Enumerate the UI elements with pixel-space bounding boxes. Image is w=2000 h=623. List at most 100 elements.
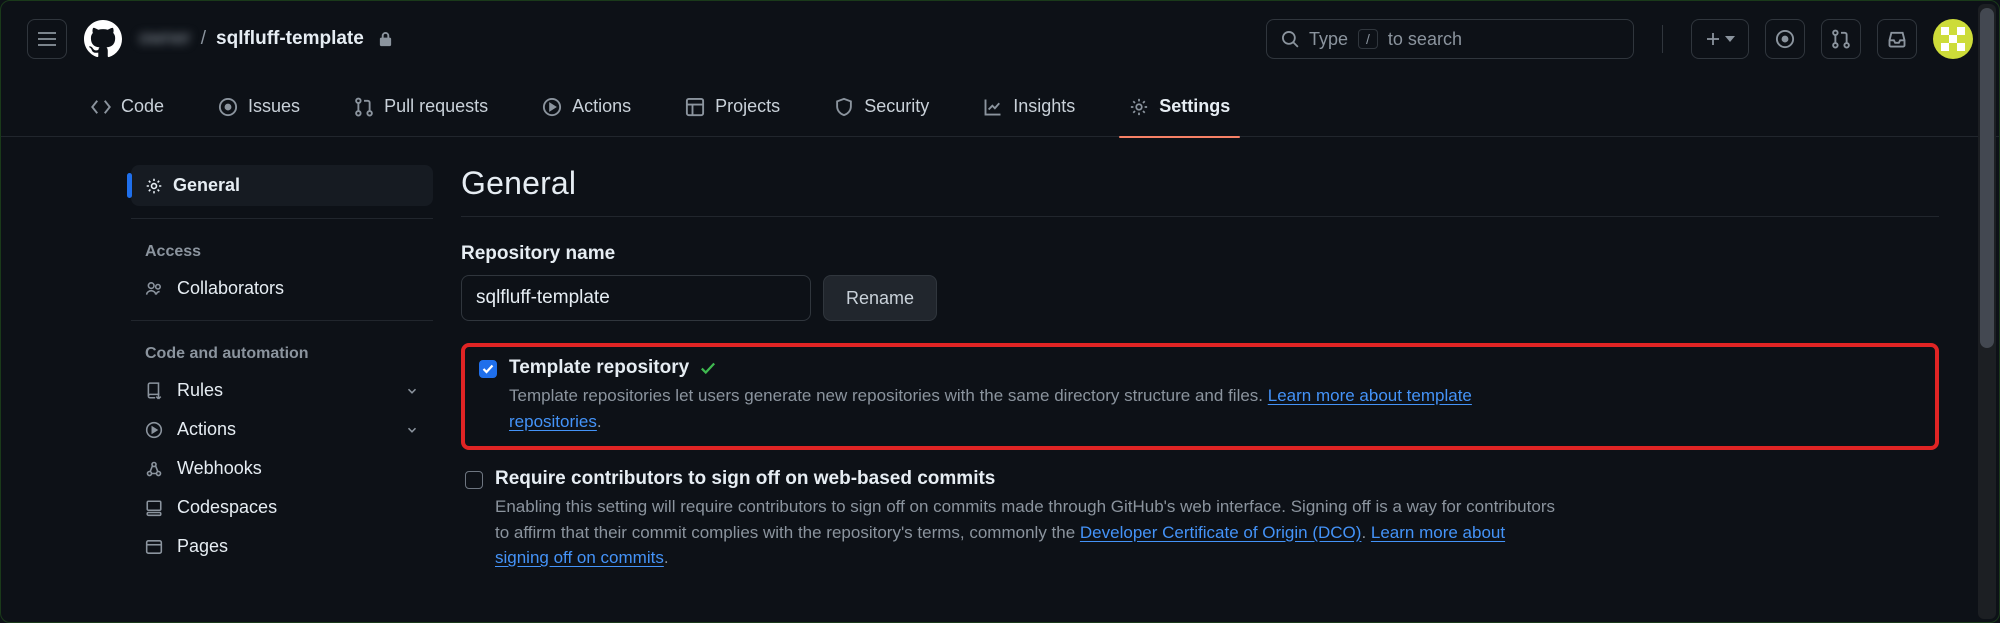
codespaces-icon — [145, 499, 165, 517]
sidebar-heading-automation: Code and automation — [131, 335, 433, 371]
github-logo[interactable] — [83, 19, 123, 59]
repo-push-icon — [145, 382, 165, 400]
breadcrumb-separator: / — [201, 28, 206, 50]
sidebar-item-pages[interactable]: Pages — [131, 527, 433, 566]
create-new-button[interactable] — [1691, 19, 1749, 59]
tab-pull-requests[interactable]: Pull requests — [342, 86, 500, 127]
period: . — [1361, 523, 1370, 542]
require-signoff-label-text: Require contributors to sign off on web-… — [495, 468, 995, 490]
rename-button[interactable]: Rename — [823, 275, 937, 321]
search-placeholder-suffix: to search — [1388, 29, 1462, 50]
people-icon — [145, 280, 165, 298]
scrollbar-thumb[interactable] — [1980, 8, 1994, 348]
sidebar-item-label: General — [173, 175, 240, 196]
menu-icon — [38, 32, 56, 46]
inbox-icon — [1887, 29, 1907, 49]
tab-label: Security — [864, 96, 929, 117]
period: . — [664, 548, 669, 567]
repo-name-input[interactable] — [461, 275, 811, 321]
github-icon — [84, 20, 122, 58]
check-icon — [699, 359, 717, 377]
search-icon — [1281, 30, 1299, 48]
play-icon — [145, 421, 165, 439]
settings-sidebar: General Access Collaborators Code and au… — [1, 165, 433, 571]
sidebar-item-label: Codespaces — [177, 497, 277, 518]
tab-issues[interactable]: Issues — [206, 86, 312, 127]
sidebar-item-label: Pages — [177, 536, 228, 557]
tab-label: Insights — [1013, 96, 1075, 117]
tab-label: Code — [121, 96, 164, 117]
template-description-text: Template repositories let users generate… — [509, 386, 1268, 405]
avatar-icon — [1933, 19, 1973, 59]
issue-icon — [218, 97, 238, 117]
repo-nav: Code Issues Pull requests Actions Projec… — [1, 77, 1999, 137]
template-repository-highlight: Template repository Template repositorie… — [461, 343, 1939, 450]
hamburger-button[interactable] — [27, 19, 67, 59]
check-icon — [482, 364, 494, 374]
tab-security[interactable]: Security — [822, 86, 941, 127]
sidebar-item-actions[interactable]: Actions — [131, 410, 433, 449]
sidebar-item-rules[interactable]: Rules — [131, 371, 433, 410]
play-icon — [542, 97, 562, 117]
main: General Access Collaborators Code and au… — [1, 137, 1999, 571]
browser-icon — [145, 538, 165, 556]
chevron-down-icon — [405, 384, 419, 398]
divider — [1662, 25, 1663, 53]
tab-label: Issues — [248, 96, 300, 117]
git-pull-request-icon — [354, 97, 374, 117]
template-repository-description: Template repositories let users generate… — [509, 383, 1569, 434]
tab-projects[interactable]: Projects — [673, 86, 792, 127]
breadcrumb-repo[interactable]: sqlfluff-template — [216, 28, 364, 50]
tab-code[interactable]: Code — [79, 86, 176, 127]
git-pull-request-icon — [1831, 29, 1851, 49]
app-header: owner / sqlfluff-template Type / to sear… — [1, 1, 1999, 77]
tab-label: Actions — [572, 96, 631, 117]
pull-requests-button[interactable] — [1821, 19, 1861, 59]
sidebar-item-codespaces[interactable]: Codespaces — [131, 488, 433, 527]
tab-label: Projects — [715, 96, 780, 117]
sidebar-item-webhooks[interactable]: Webhooks — [131, 449, 433, 488]
issues-button[interactable] — [1765, 19, 1805, 59]
scrollbar[interactable] — [1978, 4, 1996, 619]
require-signoff-description: Enabling this setting will require contr… — [495, 494, 1555, 571]
record-icon — [1775, 29, 1795, 49]
period: . — [597, 412, 602, 431]
sidebar-item-label: Rules — [177, 380, 223, 401]
sidebar-item-label: Actions — [177, 419, 236, 440]
require-signoff-checkbox[interactable] — [465, 471, 483, 489]
table-icon — [685, 97, 705, 117]
caret-down-icon — [1725, 36, 1735, 42]
search-slash-key: / — [1358, 29, 1378, 49]
tab-actions[interactable]: Actions — [530, 86, 643, 127]
sidebar-item-general[interactable]: General — [131, 165, 433, 206]
gear-icon — [1129, 97, 1149, 117]
search-input[interactable]: Type / to search — [1266, 19, 1634, 59]
sidebar-item-collaborators[interactable]: Collaborators — [131, 269, 433, 308]
code-icon — [91, 97, 111, 117]
tab-label: Settings — [1159, 96, 1230, 117]
gear-icon — [145, 177, 163, 195]
chevron-down-icon — [405, 423, 419, 437]
repo-name-label: Repository name — [461, 243, 1939, 265]
shield-icon — [834, 97, 854, 117]
breadcrumb: owner / sqlfluff-template — [139, 28, 393, 50]
notifications-button[interactable] — [1877, 19, 1917, 59]
template-repository-checkbox[interactable] — [479, 360, 497, 378]
sidebar-heading-access: Access — [131, 233, 433, 269]
breadcrumb-owner[interactable]: owner — [139, 28, 191, 50]
lock-icon — [378, 31, 393, 48]
search-placeholder-prefix: Type — [1309, 29, 1348, 50]
graph-icon — [983, 97, 1003, 117]
template-repository-label: Template repository — [509, 357, 1569, 379]
webhook-icon — [145, 460, 165, 478]
tab-settings[interactable]: Settings — [1117, 86, 1242, 127]
sidebar-item-label: Collaborators — [177, 278, 284, 299]
tab-label: Pull requests — [384, 96, 488, 117]
content: General Repository name Rename Template … — [433, 165, 1999, 571]
tab-insights[interactable]: Insights — [971, 86, 1087, 127]
dco-link[interactable]: Developer Certificate of Origin (DCO) — [1080, 523, 1362, 542]
user-avatar[interactable] — [1933, 19, 1973, 59]
template-repository-label-text: Template repository — [509, 357, 689, 379]
sidebar-item-label: Webhooks — [177, 458, 262, 479]
require-signoff-label: Require contributors to sign off on web-… — [495, 468, 1555, 490]
